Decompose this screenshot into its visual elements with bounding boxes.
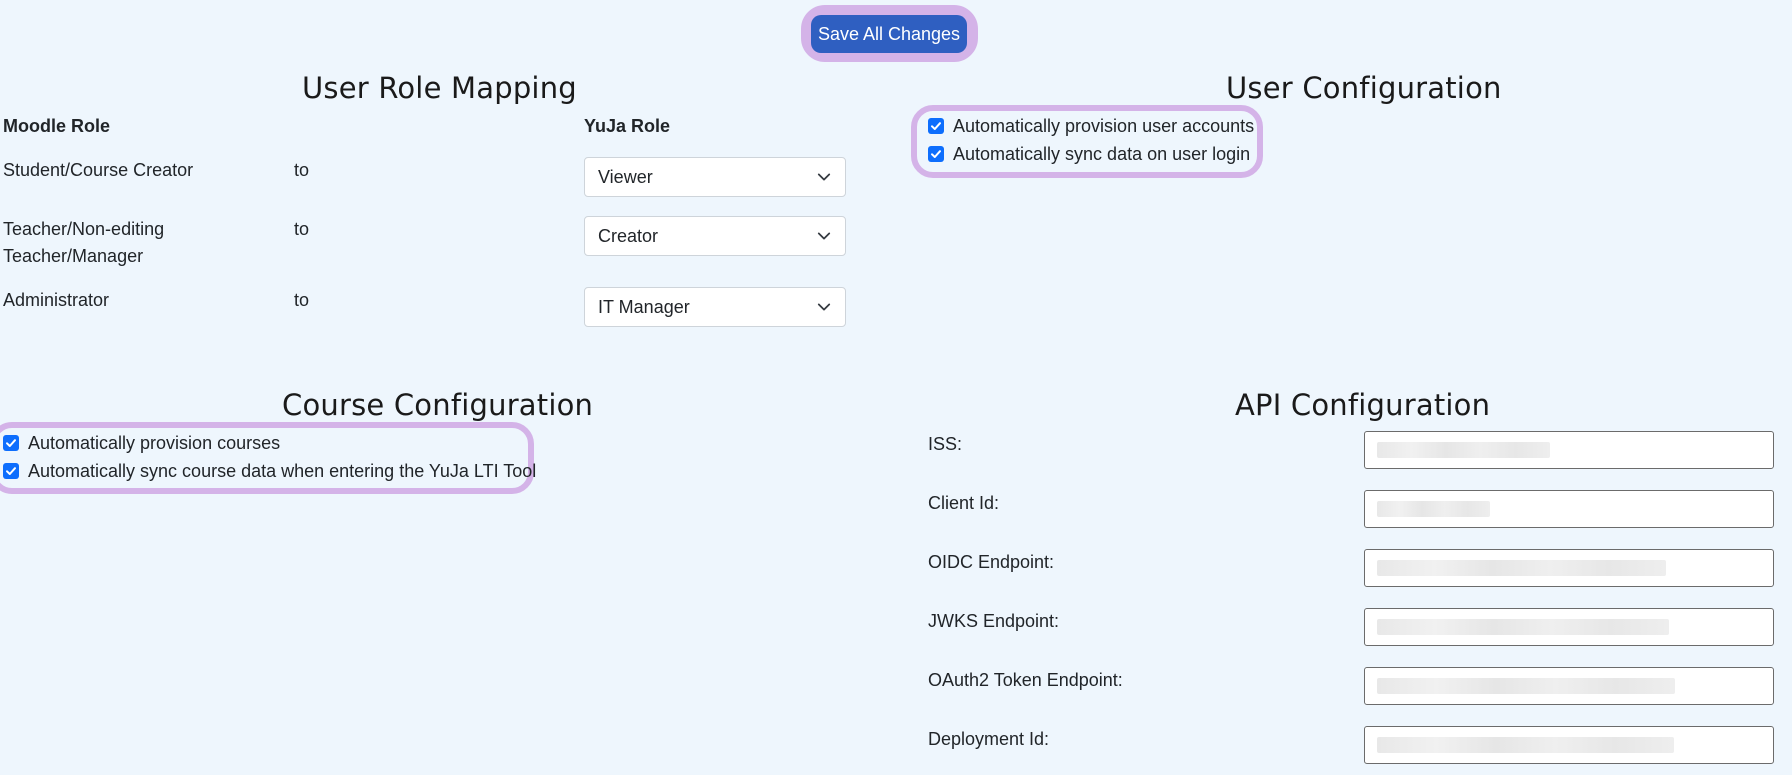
- jwks-endpoint-input[interactable]: [1364, 608, 1774, 646]
- yuja-role-select-student[interactable]: Viewer: [584, 157, 846, 197]
- option-label: Automatically provision courses: [28, 432, 281, 453]
- to-connector: to: [294, 160, 310, 180]
- yuja-role-header: YuJa Role: [584, 116, 671, 136]
- select-value: Creator: [598, 225, 659, 246]
- moodle-role-administrator: Administrator: [3, 290, 110, 310]
- deployment-id-label: Deployment Id:: [928, 729, 1050, 749]
- redacted-value: [1377, 737, 1674, 753]
- redacted-value: [1377, 678, 1675, 694]
- iss-label: ISS:: [928, 434, 963, 454]
- redacted-value: [1377, 619, 1669, 635]
- checkbox-checked-icon[interactable]: [3, 435, 19, 451]
- client-id-label: Client Id:: [928, 493, 1000, 513]
- user-configuration-title: User Configuration: [1226, 71, 1502, 105]
- checkbox-checked-icon[interactable]: [3, 463, 19, 479]
- select-value: IT Manager: [598, 296, 690, 317]
- option-label: Automatically sync course data when ente…: [28, 460, 537, 481]
- user-role-mapping-title: User Role Mapping: [302, 71, 577, 105]
- deployment-id-input[interactable]: [1364, 726, 1774, 764]
- moodle-role-student: Student/Course Creator: [3, 160, 194, 180]
- oauth2-token-endpoint-input[interactable]: [1364, 667, 1774, 705]
- redacted-value: [1377, 501, 1490, 517]
- select-value: Viewer: [598, 166, 653, 187]
- yuja-role-select-teacher[interactable]: Creator: [584, 216, 846, 256]
- iss-input[interactable]: [1364, 431, 1774, 469]
- jwks-endpoint-label: JWKS Endpoint:: [928, 611, 1060, 631]
- to-connector: to: [294, 219, 310, 239]
- to-connector: to: [294, 290, 310, 310]
- oidc-endpoint-input[interactable]: [1364, 549, 1774, 587]
- chevron-down-icon: [817, 303, 831, 311]
- redacted-value: [1377, 560, 1666, 576]
- save-all-changes-button[interactable]: Save All Changes: [811, 15, 967, 53]
- yuja-role-select-administrator[interactable]: IT Manager: [584, 287, 846, 327]
- redacted-value: [1377, 442, 1550, 458]
- option-provision-courses[interactable]: Automatically provision courses: [3, 429, 536, 457]
- client-id-input[interactable]: [1364, 490, 1774, 528]
- chevron-down-icon: [817, 173, 831, 181]
- api-configuration-title: API Configuration: [1235, 388, 1491, 422]
- option-sync-on-login[interactable]: Automatically sync data on user login: [928, 140, 1254, 168]
- moodle-role-header: Moodle Role: [3, 116, 110, 136]
- checkbox-checked-icon[interactable]: [928, 118, 944, 134]
- option-label: Automatically sync data on user login: [953, 143, 1251, 164]
- option-sync-course-data[interactable]: Automatically sync course data when ente…: [3, 457, 536, 485]
- course-configuration-options: Automatically provision courses Automati…: [3, 429, 536, 485]
- option-label: Automatically provision user accounts: [953, 115, 1255, 136]
- chevron-down-icon: [817, 232, 831, 240]
- option-provision-user-accounts[interactable]: Automatically provision user accounts: [928, 112, 1254, 140]
- course-configuration-title: Course Configuration: [282, 388, 594, 422]
- moodle-role-teacher-line2: Teacher/Manager: [3, 246, 144, 266]
- moodle-role-teacher: Teacher/Non-editing Teacher/Manager: [3, 216, 164, 270]
- oauth2-token-endpoint-label: OAuth2 Token Endpoint:: [928, 670, 1123, 690]
- checkbox-checked-icon[interactable]: [928, 146, 944, 162]
- user-configuration-options: Automatically provision user accounts Au…: [928, 112, 1254, 168]
- moodle-role-teacher-line1: Teacher/Non-editing: [3, 219, 165, 239]
- oidc-endpoint-label: OIDC Endpoint:: [928, 552, 1055, 572]
